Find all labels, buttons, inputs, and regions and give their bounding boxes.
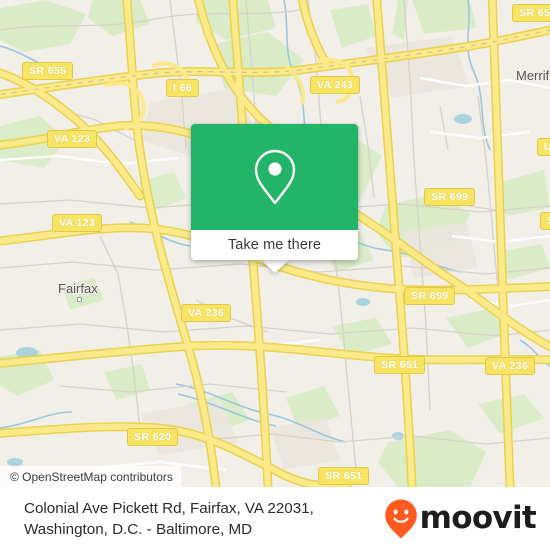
place-label-fairfax: Fairfax [58,281,98,296]
address-text: Colonial Ave Pickett Rd, Fairfax, VA 220… [24,499,314,538]
road-shield: U [537,138,550,156]
road-shield: SR 699 [424,188,476,206]
road-shield: SR 620 [127,428,179,446]
callout-action-button[interactable]: Take me there [191,230,358,260]
callout-action-label: Take me there [227,237,322,253]
road-shield: SR 651 [374,356,426,374]
road-shield: VA 236 [181,304,232,322]
road-shield: S [540,212,550,230]
road-shield: VA 236 [485,357,536,375]
moovit-logo[interactable]: moovit [384,498,537,540]
callout-tail [260,259,290,273]
road-shield: SR 65 [512,4,550,22]
location-callout-card[interactable]: Take me there [191,124,358,260]
road-shield: VA 123 [47,130,98,148]
callout-header [191,124,358,230]
place-label-merrifield: Merrif [516,68,550,83]
attribution-bar: © OpenStreetMap contributors [0,466,181,487]
road-shield: SR 699 [404,287,456,305]
moovit-wordmark: moovit [419,500,537,536]
road-shield: VA 243 [310,76,361,94]
road-shield: SR 655 [22,62,74,80]
place-marker-fairfax [77,297,82,302]
attribution-text: © OpenStreetMap contributors [10,469,173,484]
footer-bar: Colonial Ave Pickett Rd, Fairfax, VA 220… [0,487,550,550]
road-shield: VA 123 [52,214,103,232]
road-shield: SR 651 [318,467,370,485]
app-screen: SR 655 I 66 VA 243 SR 65 VA 123 VA 123 S… [0,0,550,550]
moovit-smiley-pin-icon [384,499,417,538]
road-shield: I 66 [166,79,200,97]
map-pin-icon [254,149,295,205]
